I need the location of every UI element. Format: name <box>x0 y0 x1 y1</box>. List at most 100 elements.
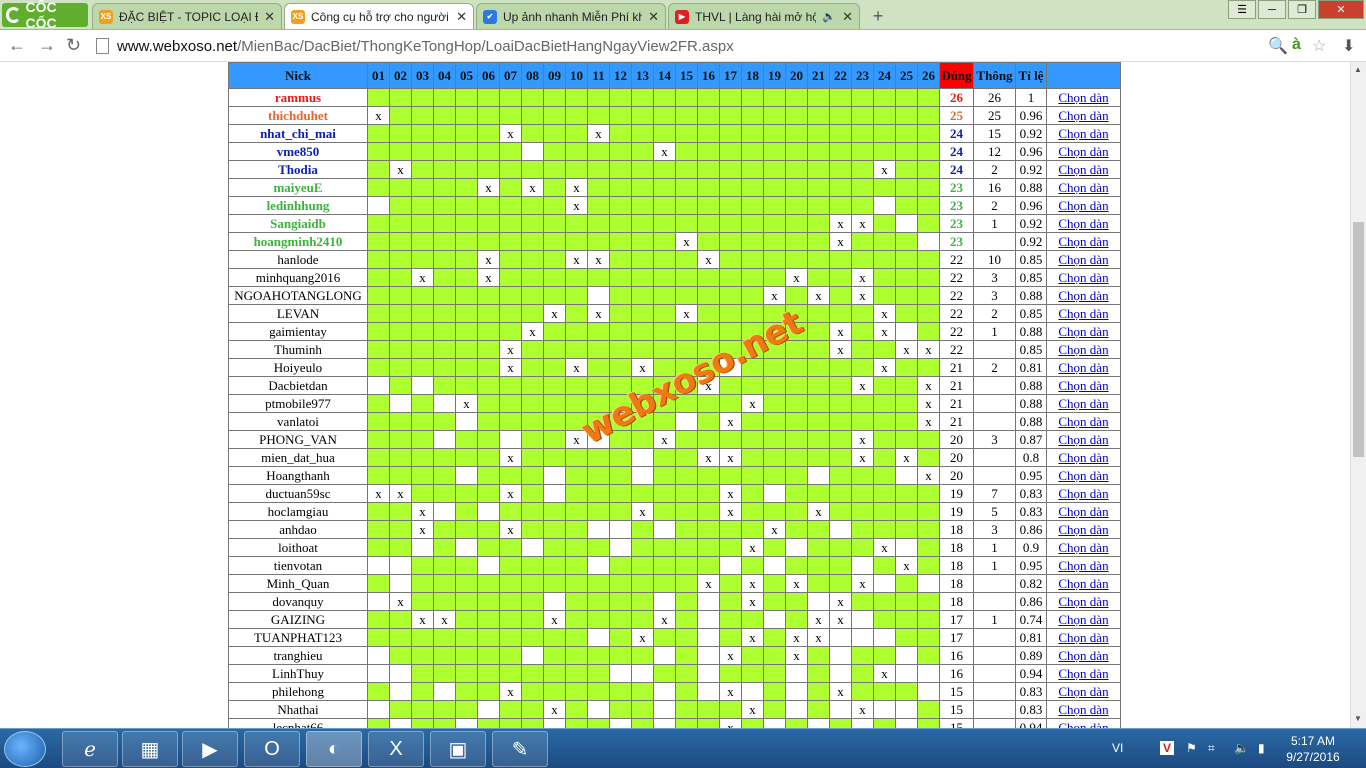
chon-dan-link[interactable]: Chọn dàn <box>1058 684 1108 699</box>
language-indicator[interactable]: VI <box>1112 741 1123 755</box>
chon-dan-link[interactable]: Chọn dàn <box>1058 180 1108 195</box>
bookmark-star-icon[interactable]: ☆ <box>1312 36 1326 56</box>
dung-cell: 25 <box>939 106 974 125</box>
number-cell <box>411 340 434 359</box>
number-cell <box>367 628 390 647</box>
chon-dan-link[interactable]: Chọn dàn <box>1058 90 1108 105</box>
tab-3[interactable]: ✔ Up ảnh nhanh Miễn Phí kh ✕ <box>476 3 666 29</box>
chon-dan-link[interactable]: Chọn dàn <box>1058 144 1108 159</box>
thong-cell <box>973 340 1016 359</box>
excel-icon[interactable]: X <box>368 731 424 767</box>
number-cell <box>565 574 588 593</box>
chon-cell: Chọn dàn <box>1046 574 1121 593</box>
number-cell <box>697 556 720 575</box>
number-cell: x <box>741 538 764 557</box>
header-col: 08 <box>521 62 544 89</box>
scroll-up-icon[interactable]: ▲ <box>1354 65 1362 74</box>
chon-dan-link[interactable]: Chọn dàn <box>1058 306 1108 321</box>
antivirus-icon[interactable]: V <box>1160 741 1175 755</box>
chon-dan-link[interactable]: Chọn dàn <box>1058 342 1108 357</box>
chon-dan-link[interactable]: Chọn dàn <box>1058 270 1108 285</box>
tab-1[interactable]: XS ĐẶC BIỆT - TOPIC LOẠI ĐẶ ✕ <box>92 3 282 29</box>
number-cell <box>653 718 676 728</box>
close-tab-icon[interactable]: ✕ <box>456 9 467 25</box>
reload-icon[interactable]: ↻ <box>66 35 81 56</box>
number-cell <box>477 628 500 647</box>
chon-dan-link[interactable]: Chọn dàn <box>1058 324 1108 339</box>
audio-icon[interactable]: 🔈 <box>822 10 836 23</box>
number-cell <box>565 160 588 179</box>
menu-icon[interactable]: ☰ <box>1228 0 1256 19</box>
opera-icon[interactable]: O <box>244 731 300 767</box>
back-icon[interactable]: ← <box>8 35 26 56</box>
photo-viewer-icon[interactable]: ▣ <box>430 731 486 767</box>
number-cell <box>433 214 456 233</box>
media-player-icon[interactable]: ▶ <box>182 731 238 767</box>
number-cell <box>873 142 896 161</box>
chon-dan-link[interactable]: Chọn dàn <box>1058 288 1108 303</box>
number-cell <box>565 628 588 647</box>
restore-icon[interactable]: ❐ <box>1288 0 1316 19</box>
chon-dan-link[interactable]: Chọn dàn <box>1058 450 1108 465</box>
chon-dan-link[interactable]: Chọn dàn <box>1058 558 1108 573</box>
chon-dan-link[interactable]: Chọn dàn <box>1058 612 1108 627</box>
vertical-scrollbar[interactable]: ▲ ▼ <box>1350 62 1366 728</box>
scroll-thumb[interactable] <box>1353 222 1364 457</box>
chon-dan-link[interactable]: Chọn dàn <box>1058 126 1108 141</box>
forward-icon[interactable]: → <box>38 35 56 56</box>
chon-dan-link[interactable]: Chọn dàn <box>1058 522 1108 537</box>
number-cell <box>631 160 654 179</box>
ie-icon[interactable]: ℯ <box>62 731 118 767</box>
chon-dan-link[interactable]: Chọn dàn <box>1058 360 1108 375</box>
minimize-icon[interactable]: ─ <box>1258 0 1286 19</box>
network-icon[interactable]: ⌗ <box>1208 741 1215 756</box>
chon-dan-link[interactable]: Chọn dàn <box>1058 666 1108 681</box>
number-cell <box>719 124 742 143</box>
chon-dan-link[interactable]: Chọn dàn <box>1058 576 1108 591</box>
chon-dan-link[interactable]: Chọn dàn <box>1058 702 1108 717</box>
chon-dan-link[interactable]: Chọn dàn <box>1058 630 1108 645</box>
chon-dan-link[interactable]: Chọn dàn <box>1058 594 1108 609</box>
chon-dan-link[interactable]: Chọn dàn <box>1058 468 1108 483</box>
coccoc-icon[interactable]: ◐ <box>306 731 362 767</box>
close-tab-icon[interactable]: ✕ <box>648 9 659 25</box>
volume-icon[interactable]: 🔈 <box>1234 741 1249 755</box>
coccoc-logo[interactable]: CỐC CỐC <box>2 0 88 31</box>
close-window-icon[interactable]: ✕ <box>1318 0 1364 19</box>
url-field[interactable]: www.webxoso.net/MienBac/DacBiet/ThongKeT… <box>96 34 1336 58</box>
chon-dan-link[interactable]: Chọn dàn <box>1058 108 1108 123</box>
new-tab-icon[interactable]: + <box>868 6 888 27</box>
number-cell <box>763 304 786 323</box>
scroll-down-icon[interactable]: ▼ <box>1354 714 1362 723</box>
chon-dan-link[interactable]: Chọn dàn <box>1058 216 1108 231</box>
clock[interactable]: 5:17 AM 9/27/2016 <box>1280 733 1346 765</box>
chon-dan-link[interactable]: Chọn dàn <box>1058 720 1108 729</box>
paint-icon[interactable]: ✎ <box>492 731 548 767</box>
battery-icon[interactable]: ▮ <box>1258 741 1265 755</box>
chon-dan-link[interactable]: Chọn dàn <box>1058 234 1108 249</box>
chon-dan-link[interactable]: Chọn dàn <box>1058 396 1108 411</box>
tab-4[interactable]: ▶ THVL | Làng hài mở hội 🔈 ✕ <box>668 3 860 29</box>
coccoc-dictionary-icon[interactable]: à <box>1292 36 1301 54</box>
search-icon[interactable]: 🔍 <box>1268 36 1288 56</box>
download-icon[interactable]: ⬇ <box>1342 36 1355 56</box>
start-button[interactable] <box>4 731 46 767</box>
chon-dan-link[interactable]: Chọn dàn <box>1058 162 1108 177</box>
number-cell <box>631 340 654 359</box>
chon-dan-link[interactable]: Chọn dàn <box>1058 378 1108 393</box>
chon-dan-link[interactable]: Chọn dàn <box>1058 432 1108 447</box>
chon-dan-link[interactable]: Chọn dàn <box>1058 504 1108 519</box>
chon-dan-link[interactable]: Chọn dàn <box>1058 540 1108 555</box>
chon-dan-link[interactable]: Chọn dàn <box>1058 648 1108 663</box>
close-tab-icon[interactable]: ✕ <box>842 9 853 25</box>
chon-dan-link[interactable]: Chọn dàn <box>1058 486 1108 501</box>
tab-2[interactable]: XS Công cụ hỗ trợ cho người ✕ <box>284 3 474 29</box>
number-cell <box>521 358 544 377</box>
close-tab-icon[interactable]: ✕ <box>264 9 275 25</box>
explorer-icon[interactable]: ▦ <box>122 731 178 767</box>
chon-dan-link[interactable]: Chọn dàn <box>1058 198 1108 213</box>
flag-icon[interactable]: ⚑ <box>1186 741 1197 755</box>
chon-dan-link[interactable]: Chọn dàn <box>1058 252 1108 267</box>
chon-dan-link[interactable]: Chọn dàn <box>1058 414 1108 429</box>
number-cell <box>411 484 434 503</box>
